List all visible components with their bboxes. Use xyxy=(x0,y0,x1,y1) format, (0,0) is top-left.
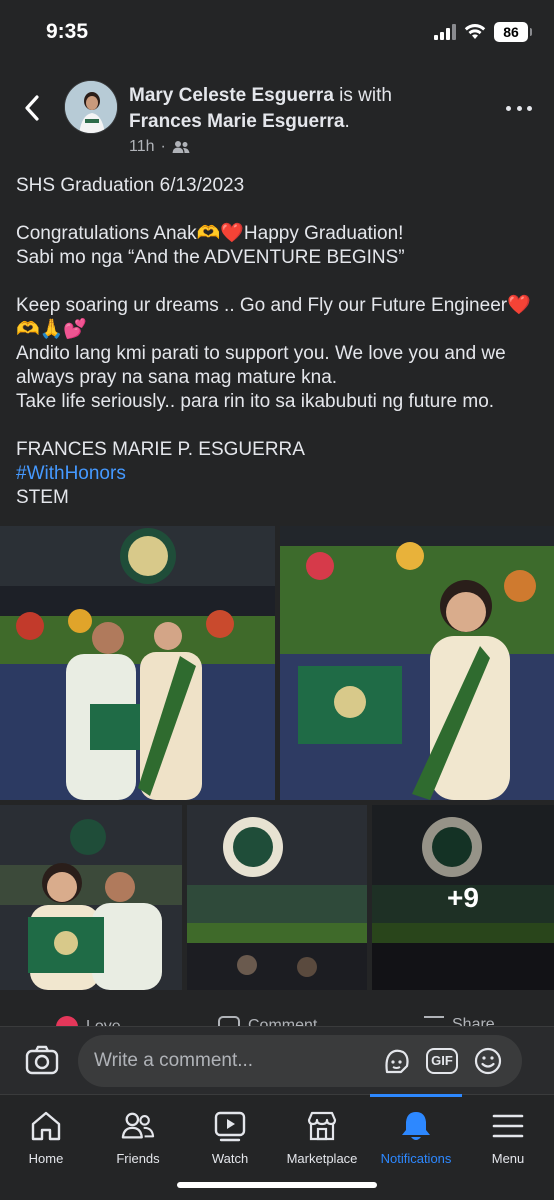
dot-icon xyxy=(527,105,532,111)
photo-5[interactable]: +9 xyxy=(372,805,554,990)
tab-notifications[interactable]: Notifications xyxy=(370,1094,462,1175)
tab-marketplace[interactable]: Marketplace xyxy=(276,1095,368,1175)
cellular-signal-icon xyxy=(434,24,456,40)
post-meta: 11h · xyxy=(129,138,190,156)
tab-menu[interactable]: Menu xyxy=(462,1095,554,1175)
avatar[interactable] xyxy=(64,80,118,134)
reaction-actions: Love Comment Share xyxy=(0,1002,554,1028)
bell-icon xyxy=(399,1109,433,1143)
photo-3[interactable] xyxy=(0,805,182,990)
tagged-name[interactable]: Frances Marie Esguerra xyxy=(129,111,344,132)
photo-4[interactable] xyxy=(187,805,367,990)
smiley-icon xyxy=(474,1047,502,1075)
post-text-line: Sabi mo nga “And the ADVENTURE BEGINS” xyxy=(16,247,405,268)
graduation-photo xyxy=(0,805,182,990)
post-author-line: Mary Celeste Esguerra is with Frances Ma… xyxy=(129,83,489,135)
hashtag-link[interactable]: #WithHonors xyxy=(16,462,546,486)
post-text-line: STEM xyxy=(16,487,69,508)
photo-1[interactable] xyxy=(0,526,275,800)
friends-audience-icon[interactable] xyxy=(172,140,190,154)
menu-icon xyxy=(491,1109,525,1143)
camera-button[interactable] xyxy=(24,1043,60,1077)
post-time[interactable]: 11h xyxy=(129,138,155,156)
wifi-icon xyxy=(464,24,486,39)
dot-icon xyxy=(516,105,522,111)
tab-label: Home xyxy=(28,1151,64,1166)
tagged-suffix: . xyxy=(344,111,350,132)
stage-photo xyxy=(187,805,367,990)
emoji-button[interactable] xyxy=(472,1045,504,1077)
tab-label: Notifications xyxy=(380,1151,452,1166)
avatar-sticker-icon xyxy=(385,1049,409,1074)
photo-2[interactable] xyxy=(280,526,554,800)
post-text-line: SHS Graduation 6/13/2023 xyxy=(16,175,245,196)
tab-label: Watch xyxy=(211,1151,249,1166)
chevron-left-icon xyxy=(25,95,39,121)
battery-indicator: 86 xyxy=(494,22,532,42)
graduation-photo xyxy=(0,526,275,800)
tab-friends[interactable]: Friends xyxy=(92,1095,184,1175)
marketplace-icon xyxy=(305,1109,339,1143)
post-text-line: Andito lang kmi parati to support you. W… xyxy=(16,343,506,388)
more-photos-count[interactable]: +9 xyxy=(372,805,554,990)
post-text-line: Keep soaring ur dreams .. Go and Fly our… xyxy=(16,295,531,340)
back-button[interactable] xyxy=(18,90,46,126)
tab-label: Friends xyxy=(116,1151,160,1166)
friends-icon xyxy=(121,1109,155,1143)
avatar-image xyxy=(65,81,117,133)
post-text: SHS Graduation 6/13/2023 Congratulations… xyxy=(16,174,546,510)
photo-grid: +9 xyxy=(0,526,554,990)
avatar-sticker-button[interactable] xyxy=(380,1045,412,1077)
dot-icon xyxy=(506,105,511,111)
gif-icon: GIF xyxy=(426,1048,458,1074)
with-text: is with xyxy=(339,85,392,106)
watch-icon xyxy=(213,1109,247,1143)
more-options-button[interactable] xyxy=(506,98,532,118)
tab-label: Marketplace xyxy=(286,1151,358,1166)
home-icon xyxy=(29,1109,63,1143)
author-name[interactable]: Mary Celeste Esguerra xyxy=(129,85,334,106)
comment-input-icons: GIF xyxy=(380,1045,504,1077)
status-icons: 86 xyxy=(434,22,532,42)
gif-button[interactable]: GIF xyxy=(426,1045,458,1077)
status-bar: 9:35 86 xyxy=(0,0,554,64)
post-header: Mary Celeste Esguerra is with Frances Ma… xyxy=(0,76,554,166)
post-text-line: Congratulations Anak🫶❤️Happy Graduation! xyxy=(16,223,404,244)
post-text-line: Take life seriously.. para rin ito sa ik… xyxy=(16,391,495,412)
graduation-photo xyxy=(280,526,554,800)
home-indicator[interactable] xyxy=(177,1182,377,1188)
tab-watch[interactable]: Watch xyxy=(184,1095,276,1175)
meta-separator: · xyxy=(160,138,166,155)
comment-bar: GIF xyxy=(0,1026,554,1094)
status-time: 9:35 xyxy=(46,20,89,43)
camera-icon xyxy=(25,1045,59,1075)
post-text-line: FRANCES MARIE P. ESGUERRA xyxy=(16,439,305,460)
tab-home[interactable]: Home xyxy=(0,1095,92,1175)
tab-label: Menu xyxy=(491,1151,525,1166)
